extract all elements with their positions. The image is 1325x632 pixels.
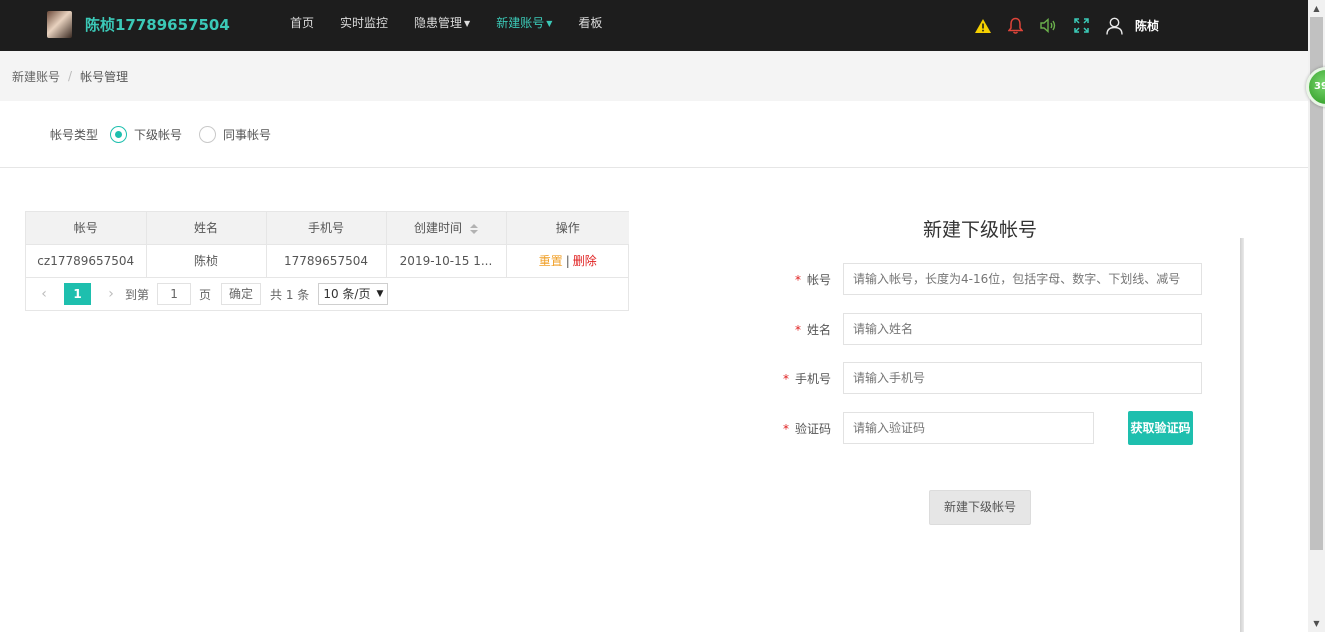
required-mark: *	[782, 371, 789, 386]
form-panel-edge	[1240, 238, 1244, 632]
radio-colleague-account[interactable]: 同事帐号	[199, 125, 272, 143]
table-row: cz17789657504 陈桢 17789657504 2019-10-15 …	[26, 244, 629, 277]
page-size-value: 10 条/页	[323, 287, 371, 301]
action-separator: |	[565, 254, 570, 269]
field-label-name-text: 姓名	[806, 322, 831, 337]
page-size-select[interactable]: 10 条/页 ▼	[318, 283, 389, 305]
create-subordinate-button[interactable]: 新建下级帐号	[929, 490, 1031, 525]
logo-avatar	[47, 11, 72, 38]
fullscreen-icon[interactable]	[1065, 0, 1098, 51]
breadcrumb-separator: /	[68, 69, 73, 83]
col-account: 帐号	[26, 212, 147, 245]
radio-checked-icon	[110, 125, 128, 143]
goto-label: 到第	[125, 287, 150, 302]
user-name[interactable]: 陈桢	[1135, 17, 1159, 34]
header-actions: 陈桢	[966, 0, 1159, 51]
nav-home[interactable]: 首页	[277, 0, 327, 51]
pagination: ‹ 1 › 到第 1 页 确定 共 1 条 10 条/页 ▼	[26, 277, 628, 310]
col-actions: 操作	[506, 212, 629, 245]
col-name: 姓名	[146, 212, 267, 245]
col-phone: 手机号	[266, 212, 387, 245]
radio-unchecked-icon	[199, 125, 217, 143]
cell-actions: 重置 | 删除	[506, 244, 629, 277]
field-label-phone-text: 手机号	[794, 371, 831, 386]
nav-new-account[interactable]: 新建账号 ▼	[483, 0, 565, 51]
form-title: 新建下级帐号	[922, 219, 1037, 241]
page-unit-label: 页	[199, 287, 212, 302]
verification-code-input[interactable]	[843, 412, 1094, 444]
field-row-phone: * 手机号	[770, 362, 1202, 394]
radio-subordinate-label: 下级帐号	[134, 127, 183, 142]
col-created-time-label: 创建时间	[413, 221, 462, 236]
name-input[interactable]	[843, 313, 1202, 345]
nav-realtime-monitor-label: 实时监控	[340, 16, 389, 30]
delete-link[interactable]: 删除	[573, 254, 597, 268]
user-icon[interactable]	[1098, 0, 1131, 51]
cell-name: 陈桢	[146, 244, 267, 277]
required-mark: *	[794, 322, 801, 337]
radio-colleague-label: 同事帐号	[223, 127, 272, 142]
field-row-code: * 验证码	[770, 412, 1094, 444]
account-input[interactable]	[843, 263, 1202, 295]
nav-home-label: 首页	[290, 16, 315, 30]
nav-dashboard-label: 看板	[578, 16, 603, 30]
nav-hazard-management-label: 隐患管理	[414, 16, 463, 30]
field-label-code-text: 验证码	[794, 421, 831, 436]
field-label-phone: * 手机号	[770, 370, 843, 387]
field-label-account: * 帐号	[770, 271, 843, 288]
chevron-down-icon: ▼	[546, 19, 553, 28]
required-mark: *	[794, 272, 801, 287]
next-page-icon[interactable]: ›	[103, 286, 119, 302]
field-row-name: * 姓名	[770, 313, 1202, 345]
account-type-label: 帐号类型	[50, 127, 99, 142]
prev-page-icon[interactable]: ‹	[36, 286, 52, 302]
chevron-down-icon: ▼	[464, 19, 471, 28]
warning-icon[interactable]	[966, 0, 999, 51]
table-header-row: 帐号 姓名 手机号 创建时间 操作	[26, 212, 629, 245]
cell-account: cz17789657504	[26, 244, 147, 277]
main-nav: 首页 实时监控 隐患管理 ▼ 新建账号 ▼ 看板	[277, 0, 615, 51]
account-type-row: 帐号类型 下级帐号 同事帐号	[0, 101, 1308, 168]
breadcrumb-parent[interactable]: 新建账号	[12, 68, 60, 85]
cell-phone: 17789657504	[266, 244, 387, 277]
top-navbar: 陈桢17789657504 首页 实时监控 隐患管理 ▼ 新建账号 ▼ 看板 陈桢	[0, 0, 1308, 51]
account-table: 帐号 姓名 手机号 创建时间 操作 cz17789657504 陈桢 17789…	[25, 211, 629, 311]
field-label-code: * 验证码	[770, 420, 843, 437]
reset-link[interactable]: 重置	[539, 254, 563, 268]
speaker-icon[interactable]	[1032, 0, 1065, 51]
goto-page-input[interactable]: 1	[157, 283, 192, 305]
field-label-account-text: 帐号	[806, 272, 831, 287]
field-row-account: * 帐号	[770, 263, 1202, 295]
breadcrumb-current: 帐号管理	[80, 69, 129, 84]
nav-new-account-label: 新建账号	[496, 16, 545, 30]
nav-realtime-monitor[interactable]: 实时监控	[327, 0, 401, 51]
scroll-down-icon[interactable]: ▼	[1308, 615, 1325, 632]
nav-dashboard[interactable]: 看板	[565, 0, 615, 51]
phone-input[interactable]	[843, 362, 1202, 394]
nav-hazard-management[interactable]: 隐患管理 ▼	[401, 0, 483, 51]
scroll-up-icon[interactable]: ▲	[1308, 0, 1325, 17]
col-created-time[interactable]: 创建时间	[386, 212, 507, 245]
bell-icon[interactable]	[999, 0, 1032, 51]
caret-down-icon: ▼	[376, 289, 384, 299]
page-1-button[interactable]: 1	[64, 283, 91, 305]
sort-icon[interactable]	[470, 223, 478, 234]
radio-subordinate-account[interactable]: 下级帐号	[110, 125, 183, 143]
required-mark: *	[782, 421, 789, 436]
goto-confirm-button[interactable]: 确定	[221, 283, 262, 305]
breadcrumb: 新建账号 / 帐号管理	[0, 51, 1308, 101]
field-label-name: * 姓名	[770, 321, 843, 338]
brand-title: 陈桢17789657504	[85, 16, 230, 34]
get-code-button[interactable]: 获取验证码	[1128, 411, 1193, 445]
total-count: 共 1 条	[270, 287, 310, 302]
cell-created: 2019-10-15 1...	[386, 244, 507, 277]
